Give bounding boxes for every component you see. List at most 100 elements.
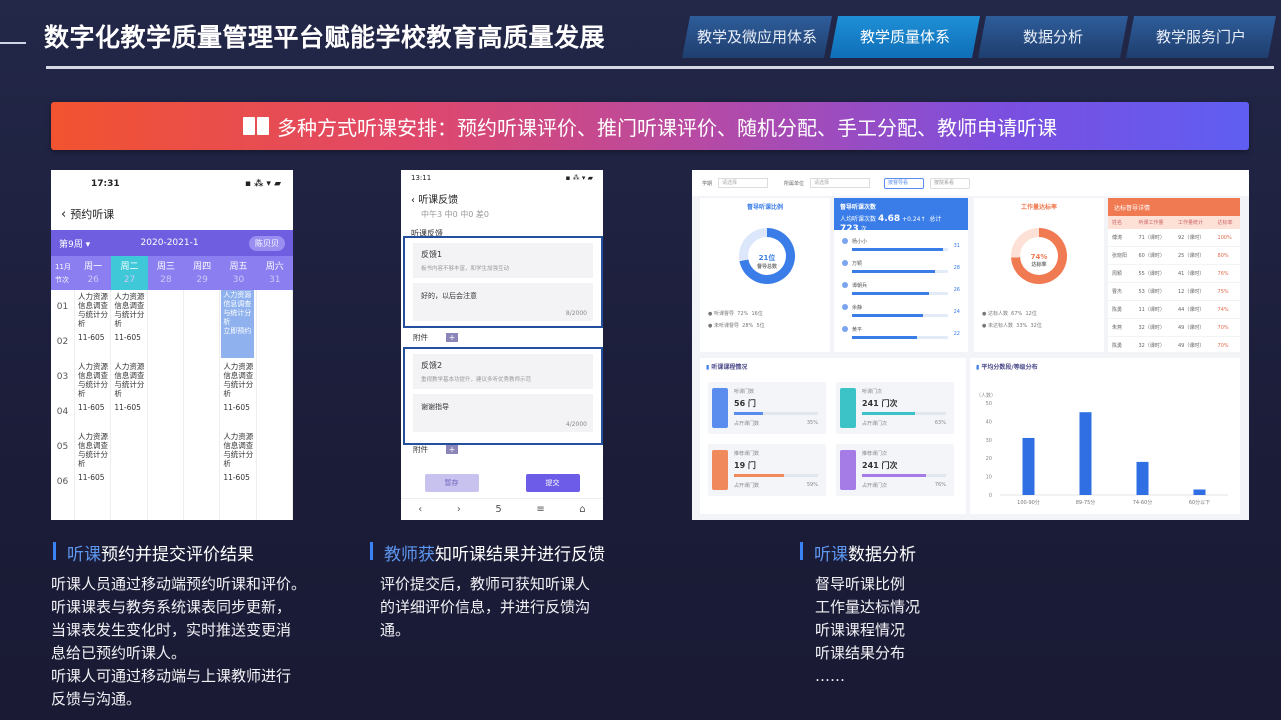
count-header: 督导听课次数 人均听课次数 4.68 +0.24↑ 总计 723 次 (834, 198, 968, 234)
user-pill[interactable]: 陈贝贝 (248, 235, 285, 251)
day-col[interactable]: 周五 30 (220, 256, 256, 290)
avatar (842, 282, 848, 288)
course-cell[interactable]: 人力资源信息调查与统计分析 11-605 (114, 362, 144, 412)
table-row: 傅涛 71（课时） 92（课时） 100% (1108, 229, 1240, 247)
table-row: 周颖 55（课时） 41（课时） 76% (1108, 264, 1240, 283)
month-label: 11月 节次 (55, 263, 71, 284)
col-tue: 人力资源信息调查与统计分析 11-605 人力资源信息调查与统计分析 11-605 (111, 290, 148, 520)
tab-service-portal[interactable]: 教学服务门户 (1126, 16, 1276, 58)
course-cell[interactable]: 人力资源信息调查与统计分析 11-605 (78, 362, 108, 412)
caption-body-3: 督导听课比例 工作量达标情况 听课课程情况 听课结果分布…… (815, 575, 921, 685)
tab-teaching-apps[interactable]: 教学及微应用体系 (682, 16, 832, 58)
progress-fill (734, 474, 784, 477)
submit-button[interactable]: 提交 (525, 474, 580, 492)
course-cell[interactable]: 人力资源信息调查与统计分析 11-605 (114, 292, 144, 342)
x-tick-label: 89-75分 (1076, 499, 1096, 506)
avatar (842, 238, 848, 244)
course-cell[interactable]: 人力资源信息调查与统计分析 11-605 (78, 432, 108, 482)
reply-textarea[interactable]: 好的，以后会注意 8/2000 (413, 283, 593, 321)
card-title: 工作量达标率 (1020, 204, 1057, 211)
book-icon (243, 117, 269, 135)
course-cell[interactable]: 人力资源信息调查与统计分析 11-605 (78, 292, 108, 342)
donut-chart: 74% 达标率 (1011, 228, 1067, 284)
table-row: 陈勇 32（课时） 49（课时） 70% (1108, 336, 1240, 355)
home-nav-icon[interactable]: ⌂ (579, 504, 585, 515)
stat-icon (840, 388, 856, 428)
supervisor-ratio-card: 督导听课比例 21位 督导总数 ● 听课督导 72% 16位 ● 未听课督导 28… (700, 198, 830, 352)
detail-table: 姓名 听课工作量 工作量统计 达标率 傅涛 71（课时） 92（课时） 100% 张晓阳 60（… (1108, 216, 1240, 355)
bar-fill (852, 270, 935, 273)
day-col[interactable]: 周四 29 (184, 256, 220, 290)
tabs-nav-icon[interactable]: 5 (495, 504, 501, 515)
card-title: ▮ 听课课程情况 (706, 364, 748, 371)
supervisor-bar-row: 谭朝兵 26 (842, 282, 960, 298)
week-selector[interactable]: 第9周 ▾ (59, 237, 90, 250)
day-col-today[interactable]: 周二 27 (111, 256, 148, 290)
bar (1193, 489, 1206, 495)
bar (1136, 461, 1149, 495)
attachment-row: 附件 + (413, 332, 458, 343)
course-stat-tile: 推荐课门次 241 门次 占开课门次 76% (836, 444, 954, 496)
toggle-by-supervisor[interactable]: 按督导看 (884, 177, 925, 189)
card-title: ▮ 平均分数段/等级分布 (976, 364, 1038, 371)
status-time: 13:11 (411, 174, 432, 182)
add-attachment-icon[interactable]: + (446, 333, 458, 342)
y-tick-label: 40 (986, 419, 992, 425)
donut-legend: ● 听课督导 72% 16位 ● 未听课督导 28% 5位 (708, 311, 765, 329)
course-cell[interactable]: 人力资源信息调查与统计分析 11-605 (223, 432, 253, 482)
add-attachment-icon[interactable]: + (446, 445, 458, 454)
supervisor-bar-row: 余静 24 (842, 304, 960, 320)
progress-fill (734, 412, 764, 415)
feedback-content: 反馈2 重视教学基本功提升，建议多听优秀教师示范 (413, 354, 593, 389)
course-stat-tile: 听课门数 56 门占开课门数 35% (708, 382, 826, 434)
term-select[interactable]: 请选择 (718, 178, 769, 188)
table-row: 朱燕 32（课时） 49（课时） 70% (1108, 318, 1240, 337)
stat-icon (840, 450, 856, 490)
status-bar: 13:11 ▪ ⁂ ▾ ▰ (401, 170, 603, 188)
reply-textarea[interactable]: 谢谢指导 4/2000 (413, 394, 593, 432)
tab-data-analysis[interactable]: 数据分析 (978, 16, 1128, 58)
day-header: 11月 节次 周一 26 周二 27 周三 28 周四 29 周五 30 周六 31 (51, 256, 293, 290)
top-tabs: 教学及微应用体系 教学质量体系 数据分析 教学服务门户 (682, 16, 1276, 58)
menu-nav-icon[interactable]: ≡ (536, 504, 544, 515)
workload-detail-card: 达标督导详情 姓名 听课工作量 工作量统计 达标率 傅涛 71（课时） 92（课时） 100… (1108, 198, 1240, 355)
attachment-row: 附件 + (413, 444, 458, 455)
day-col[interactable]: 周六 31 (257, 256, 293, 290)
donut-chart: 21位 督导总数 (739, 228, 795, 284)
nav-bar: ‹ 听课反馈 (401, 188, 603, 209)
unit-select[interactable]: 请选择 (810, 178, 871, 188)
table-row: 曹杰 53（课时） 12（课时） 75% (1108, 282, 1240, 301)
status-icons: ▪ ⁂ ▾ ▰ (565, 174, 593, 182)
col-wed (148, 290, 184, 520)
schedule-grid: 01 02 03 04 05 06 人力资源信息调查与统计分析 11-605 人力资源信… (51, 290, 293, 520)
book-now-cell[interactable]: 人力资源信息调查与统计分析 立即预约 (221, 290, 254, 358)
back-icon[interactable]: ‹ (61, 207, 66, 222)
banner: 多种方式听课安排：预约听课评价、推门听课评价、随机分配、手工分配、教师申请听课 (51, 102, 1249, 150)
feedback-content: 反馈1 板书内容不够丰富，和学生加强互动 (413, 243, 593, 278)
col-fri: 人力资源信息调查与统计分析 立即预约 人力资源信息调查与统计分析 11-605 人力… (220, 290, 257, 520)
donut-legend: ● 达标人数 67% 12位 ● 未达标人数 33% 32位 (982, 311, 1042, 329)
y-axis-label: （人数） (976, 392, 996, 399)
toggle-by-department[interactable]: 按院系看 (930, 177, 971, 189)
forward-nav-icon[interactable]: › (457, 504, 461, 515)
tab-quality-system[interactable]: 教学质量体系 (830, 16, 980, 58)
back-nav-icon[interactable]: ‹ (418, 504, 422, 515)
y-tick-label: 30 (986, 438, 992, 444)
x-tick-label: 100-90分 (1017, 499, 1040, 506)
bar-fill (852, 314, 924, 317)
course-cell[interactable]: 人力资源信息调查与统计分析 11-605 (223, 362, 253, 412)
booking-screenshot: 17:31 ▪ ⁂ ▾ ▰ ‹ 预约听课 第9周 ▾ 2020-2021-1 陈… (51, 170, 293, 520)
day-col[interactable]: 周一 26 (75, 256, 111, 290)
page-title: 数字化教学质量管理平台赋能学校教育高质量发展 (44, 23, 606, 52)
save-draft-button[interactable]: 暂存 (424, 474, 479, 492)
bar (1079, 412, 1092, 495)
avatar (842, 326, 848, 332)
course-stat-tile: 听课门次 241 门次 占开课门次 63% (836, 382, 954, 434)
bar (1022, 437, 1035, 495)
nav-bar: ‹ 预约听课 (51, 198, 293, 230)
supervisor-bar-row: 万颖 28 (842, 260, 960, 276)
x-tick-label: 60分以下 (1189, 499, 1210, 506)
bar-fill (852, 248, 944, 251)
day-col[interactable]: 周三 28 (148, 256, 184, 290)
bar-fill (852, 292, 929, 295)
